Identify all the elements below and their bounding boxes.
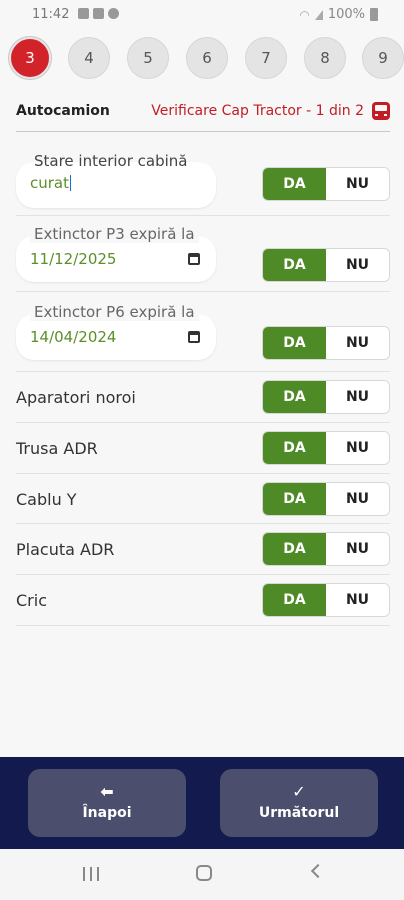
battery-percent: 100% [327,7,365,22]
status-right: ◠ 100% [299,7,378,22]
placuta-row: Placuta ADR DA NU [16,524,390,575]
download-icon [108,8,119,19]
section-header: Autocamion Verificare Cap Tractor - 1 di… [16,100,390,132]
next-button[interactable]: ✓ Următorul [220,769,378,837]
trusa-toggle: DA NU [262,431,390,465]
cablu-label: Cablu Y [16,490,77,509]
yes-button[interactable]: DA [263,584,326,616]
next-button-label: Următorul [258,805,340,821]
no-button[interactable]: NU [326,381,389,413]
step-6[interactable]: 6 [186,37,228,79]
yes-button[interactable]: DA [263,327,326,359]
interior-label: Stare interior cabină [34,152,188,170]
cablu-row: Cablu Y DA NU [16,474,390,524]
recent-apps-icon[interactable] [83,867,99,881]
placuta-toggle: DA NU [262,532,390,566]
placuta-label: Placuta ADR [16,540,115,559]
extinctor-p3-field[interactable]: Extinctor P3 expiră la 11/12/2025 [16,225,216,282]
status-time: 11:42 [32,7,70,22]
checkmark-icon: ✓ [292,782,306,801]
yes-button[interactable]: DA [263,483,326,515]
back-button[interactable]: ⬅ Înapoi [28,769,186,837]
arrow-left-icon: ⬅ [100,782,114,801]
step-3[interactable]: 3 [9,37,51,79]
step-5[interactable]: 5 [127,37,169,79]
no-button[interactable]: NU [326,432,389,464]
no-button[interactable]: NU [326,327,389,359]
notification-icon [78,8,89,19]
cablu-toggle: DA NU [262,482,390,516]
notification-icons [78,8,119,19]
no-button[interactable]: NU [326,533,389,565]
extinctor-p3-toggle: DA NU [262,248,390,282]
interior-value: curat [30,174,69,192]
step-8[interactable]: 8 [304,37,346,79]
battery-icon [370,8,378,21]
extinctor-p6-toggle: DA NU [262,326,390,360]
yes-button[interactable]: DA [263,533,326,565]
text-caret [70,175,71,191]
step-7[interactable]: 7 [245,37,287,79]
step-4[interactable]: 4 [68,37,110,79]
extinctor-p6-value: 14/04/2024 [30,328,117,346]
aparatori-row: Aparatori noroi DA NU [16,372,390,423]
extinctor-p6-row: Extinctor P6 expiră la 14/04/2024 DA NU [16,292,390,372]
cric-toggle: DA NU [262,583,390,617]
back-button-label: Înapoi [82,805,132,821]
bottom-navigation: ⬅ Înapoi ✓ Următorul [0,757,404,849]
step-indicator: 3 4 5 6 7 8 9 [0,34,404,80]
system-navigation-bar [0,849,404,900]
status-bar: 11:42 ◠ 100% [0,0,404,30]
yes-button[interactable]: DA [263,381,326,413]
no-button[interactable]: NU [326,483,389,515]
vehicle-type-label: Autocamion [16,103,110,119]
extinctor-p6-label: Extinctor P6 expiră la [30,303,199,321]
cric-label: Cric [16,591,47,610]
check-title: Verificare Cap Tractor - 1 din 2 [151,103,364,119]
extinctor-p6-field[interactable]: Extinctor P6 expiră la 14/04/2024 [16,303,216,360]
step-9[interactable]: 9 [362,37,404,79]
calendar-icon[interactable] [188,331,200,343]
image-icon [93,8,104,19]
wifi-icon: ◠ [299,7,310,22]
interior-row: Stare interior cabină curat DA NU [16,150,390,216]
interior-field[interactable]: Stare interior cabină curat [16,152,216,208]
extinctor-p3-label: Extinctor P3 expiră la [30,225,199,243]
yes-button[interactable]: DA [263,249,326,281]
system-back-icon[interactable] [310,863,326,879]
trusa-row: Trusa ADR DA NU [16,423,390,474]
bus-icon [372,102,390,120]
yes-button[interactable]: DA [263,432,326,464]
aparatori-toggle: DA NU [262,380,390,414]
yes-button[interactable]: DA [263,168,326,200]
cric-row: Cric DA NU [16,575,390,626]
extinctor-p3-value: 11/12/2025 [30,250,117,268]
calendar-icon[interactable] [188,253,200,265]
extinctor-p3-row: Extinctor P3 expiră la 11/12/2025 DA NU [16,216,390,292]
aparatori-label: Aparatori noroi [16,388,136,407]
no-button[interactable]: NU [326,249,389,281]
signal-icon [314,9,323,20]
no-button[interactable]: NU [326,168,389,200]
no-button[interactable]: NU [326,584,389,616]
home-icon[interactable] [196,865,212,881]
trusa-label: Trusa ADR [16,439,98,458]
interior-toggle: DA NU [262,167,390,201]
